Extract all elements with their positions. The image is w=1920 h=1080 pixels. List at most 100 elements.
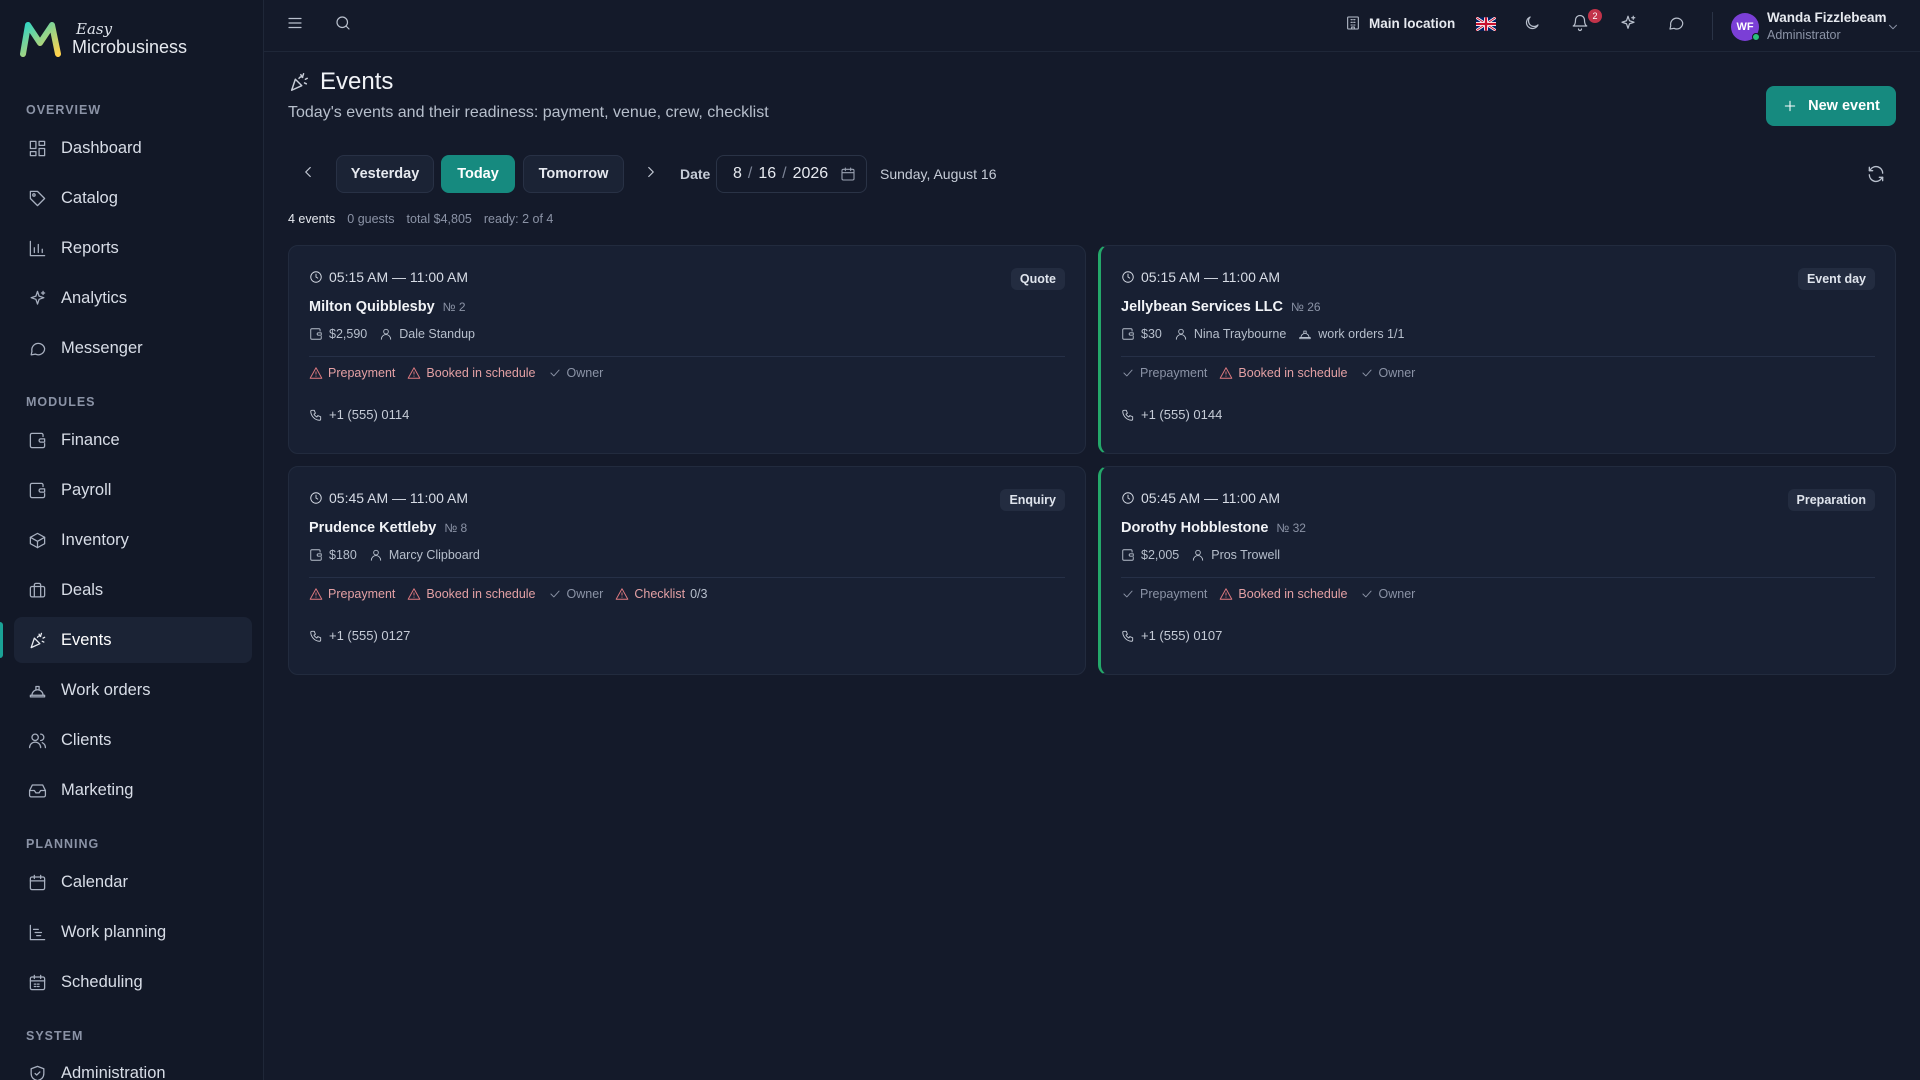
check-prepayment: Prepayment bbox=[1121, 587, 1207, 601]
ai-assistant-button[interactable] bbox=[1619, 14, 1637, 32]
bell-icon bbox=[1572, 14, 1588, 32]
sidebar-item-messenger[interactable]: Messenger bbox=[14, 325, 252, 371]
event-time-text: 05:15 AM — 11:00 AM bbox=[329, 269, 469, 285]
uk-flag-icon[interactable] bbox=[1476, 17, 1496, 31]
event-phone[interactable]: +1 (555) 0114 bbox=[309, 407, 409, 422]
new-event-button[interactable]: New event bbox=[1766, 86, 1896, 126]
theme-toggle-button[interactable] bbox=[1523, 14, 1541, 32]
event-phone-text[interactable]: +1 (555) 0127 bbox=[329, 628, 410, 643]
messages-button[interactable] bbox=[1667, 14, 1685, 32]
sidebar-item-dashboard[interactable]: Dashboard bbox=[14, 125, 252, 171]
sidebar-item-marketing[interactable]: Marketing bbox=[14, 767, 252, 813]
date-month[interactable]: 8 bbox=[733, 165, 742, 183]
event-number: № 32 bbox=[1276, 521, 1306, 535]
event-card[interactable]: 05:15 AM — 11:00 AM Quote Milton Quibble… bbox=[288, 245, 1086, 454]
event-person: Dale Standup bbox=[379, 327, 475, 341]
check-icon bbox=[549, 369, 560, 377]
app-logo[interactable]: Easy Microbusiness bbox=[20, 20, 187, 58]
event-amount: $2,590 bbox=[309, 327, 367, 341]
event-card[interactable]: 05:45 AM — 11:00 AM Preparation Dorothy … bbox=[1098, 466, 1896, 675]
event-phone-text[interactable]: +1 (555) 0114 bbox=[329, 407, 409, 422]
event-card[interactable]: 05:45 AM — 11:00 AM Enquiry Prudence Ket… bbox=[288, 466, 1086, 675]
sidebar-item-administration[interactable]: Administration bbox=[14, 1050, 252, 1080]
event-title[interactable]: Dorothy Hobblestone № 32 bbox=[1121, 520, 1306, 536]
previous-day-button[interactable] bbox=[299, 163, 317, 181]
plus-icon bbox=[1784, 100, 1796, 112]
sidebar-item-analytics[interactable]: Analytics bbox=[14, 275, 252, 321]
event-card[interactable]: 05:15 AM — 11:00 AM Event day Jellybean … bbox=[1098, 245, 1896, 454]
sparkles-icon bbox=[1621, 15, 1636, 29]
date-picker-button[interactable] bbox=[840, 166, 856, 182]
event-phone-text[interactable]: +1 (555) 0107 bbox=[1141, 628, 1222, 643]
sidebar-item-catalog[interactable]: Catalog bbox=[14, 175, 252, 221]
status-badge: Enquiry bbox=[1000, 489, 1065, 511]
event-client-name[interactable]: Prudence Kettleby bbox=[309, 520, 436, 536]
event-client-name[interactable]: Jellybean Services LLC bbox=[1121, 299, 1283, 315]
check-booked: Booked in schedule bbox=[407, 366, 536, 380]
dashboard-icon bbox=[29, 140, 46, 156]
phone-icon bbox=[1122, 409, 1134, 421]
check-checklist: Checklist 0/3 bbox=[615, 587, 707, 601]
search-button[interactable] bbox=[334, 14, 352, 32]
event-title[interactable]: Milton Quibblesby № 2 bbox=[309, 299, 466, 315]
section-title-modules: Modules bbox=[26, 395, 96, 409]
sidebar-item-events[interactable]: Events bbox=[14, 617, 252, 663]
event-title[interactable]: Jellybean Services LLC № 26 bbox=[1121, 299, 1321, 315]
user-name[interactable]: Wanda Fizzlebeam bbox=[1767, 10, 1887, 25]
status-badge: Event day bbox=[1797, 268, 1875, 290]
event-time: 05:15 AM — 11:00 AM bbox=[1121, 269, 1280, 285]
sidebar-item-reports[interactable]: Reports bbox=[14, 225, 252, 271]
sidebar-item-label: Clients bbox=[61, 730, 112, 749]
sparkles-icon bbox=[30, 290, 46, 305]
menu-toggle-button[interactable] bbox=[286, 14, 304, 32]
next-day-button[interactable] bbox=[642, 163, 660, 181]
sidebar-item-payroll[interactable]: Payroll bbox=[14, 467, 252, 513]
location-selector[interactable]: Main location bbox=[1345, 15, 1455, 31]
event-phone[interactable]: +1 (555) 0127 bbox=[309, 628, 410, 643]
event-number: № 2 bbox=[442, 300, 466, 314]
check-label: Owner bbox=[1378, 366, 1416, 380]
check-owner: Owner bbox=[1360, 366, 1416, 380]
sidebar-item-label: Marketing bbox=[61, 780, 134, 799]
event-amount: $2,005 bbox=[1121, 548, 1179, 562]
sidebar-item-label: Work planning bbox=[61, 922, 167, 941]
sidebar-item-label: Events bbox=[61, 630, 112, 649]
yesterday-button[interactable]: Yesterday bbox=[336, 155, 434, 193]
check-booked: Booked in schedule bbox=[1219, 366, 1348, 380]
check-label: Prepayment bbox=[328, 366, 396, 380]
sidebar-item-work-orders[interactable]: Work orders bbox=[14, 667, 252, 713]
refresh-button[interactable] bbox=[1866, 164, 1886, 184]
briefcase-icon bbox=[29, 582, 46, 597]
calendar-icon bbox=[29, 874, 46, 890]
summary-ready: ready: 2 of 4 bbox=[483, 212, 554, 226]
event-client-name[interactable]: Milton Quibblesby bbox=[309, 299, 435, 315]
warning-icon bbox=[1220, 588, 1233, 600]
sidebar-item-finance[interactable]: Finance bbox=[14, 417, 252, 463]
event-client-name[interactable]: Dorothy Hobblestone bbox=[1121, 520, 1268, 536]
sidebar-item-inventory[interactable]: Inventory bbox=[14, 517, 252, 563]
today-button[interactable]: Today bbox=[441, 155, 515, 193]
summary-guests: 0 guests bbox=[347, 212, 395, 226]
event-phone[interactable]: +1 (555) 0107 bbox=[1121, 628, 1222, 643]
notifications-button[interactable] bbox=[1571, 14, 1589, 32]
sidebar-item-calendar[interactable]: Calendar bbox=[14, 859, 252, 905]
sidebar-item-work-planning[interactable]: Work planning bbox=[14, 909, 252, 955]
event-title[interactable]: Prudence Kettleby № 8 bbox=[309, 520, 467, 536]
event-phone-text[interactable]: +1 (555) 0144 bbox=[1141, 407, 1222, 422]
sidebar-item-label: Catalog bbox=[61, 188, 118, 207]
event-phone[interactable]: +1 (555) 0144 bbox=[1121, 407, 1222, 422]
date-year[interactable]: 2026 bbox=[793, 165, 829, 183]
sidebar-item-deals[interactable]: Deals bbox=[14, 567, 252, 613]
wallet-icon bbox=[310, 549, 322, 561]
tomorrow-button[interactable]: Tomorrow bbox=[523, 155, 624, 193]
sidebar-item-clients[interactable]: Clients bbox=[14, 717, 252, 763]
event-meta: $30 Nina Traybourne work orders 1/1 bbox=[1121, 327, 1404, 341]
event-time-text: 05:45 AM — 11:00 AM bbox=[1141, 490, 1281, 506]
date-input[interactable]: 8 / 16 / 2026 bbox=[716, 155, 867, 193]
event-meta: $2,590 Dale Standup bbox=[309, 327, 475, 341]
date-separator: / bbox=[747, 165, 753, 182]
user-icon bbox=[1175, 328, 1186, 340]
sidebar-item-scheduling[interactable]: Scheduling bbox=[14, 959, 252, 1005]
date-day[interactable]: 16 bbox=[758, 165, 776, 183]
user-menu-button[interactable] bbox=[1886, 20, 1900, 34]
